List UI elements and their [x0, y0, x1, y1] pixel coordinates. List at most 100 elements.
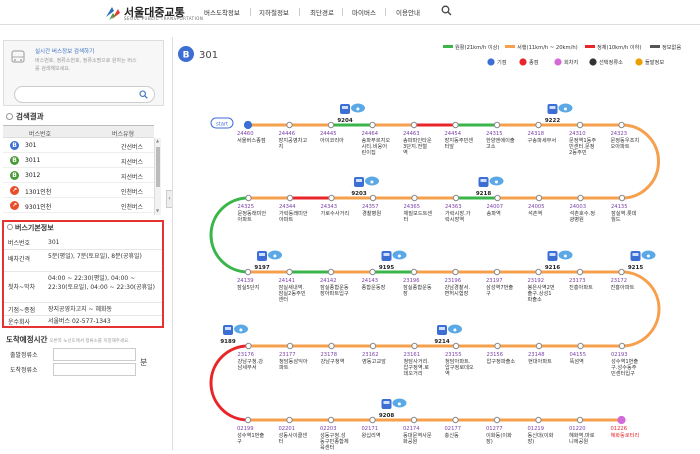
bus-stop[interactable] [494, 194, 501, 202]
bus-stop[interactable] [369, 342, 377, 350]
nav-subway[interactable]: 지하철정보 [259, 7, 289, 17]
bus-stop[interactable] [327, 121, 335, 129]
bus-status-dot: ● [239, 327, 243, 332]
info-divider [4, 249, 162, 250]
bus-stop[interactable] [245, 342, 252, 350]
bus-stop[interactable] [494, 342, 501, 350]
bus-stop[interactable] [493, 416, 501, 424]
stop-name: 압구정역.로 [404, 363, 430, 371]
nav-shortest-route[interactable]: 최단경로 [310, 7, 334, 17]
stop-name: 민센터입구 [611, 369, 635, 377]
bus-stop[interactable] [411, 342, 418, 350]
bus-stop[interactable] [328, 194, 335, 202]
bus-stop[interactable] [535, 268, 542, 276]
bus-status-dot: ● [495, 179, 499, 184]
bus-stop[interactable] [618, 342, 626, 350]
result-bus-number[interactable]: 9301인천 [25, 202, 51, 211]
bus-stop[interactable] [286, 268, 293, 276]
stop-id: 24139 [237, 278, 254, 284]
bus-stop[interactable] [244, 416, 252, 424]
bus-stop[interactable] [618, 268, 625, 276]
legend-speed-label: 정보없음 [662, 43, 681, 51]
bus-stop[interactable] [618, 194, 626, 202]
bus-stop[interactable] [410, 416, 418, 424]
bus-stop[interactable] [369, 268, 376, 276]
bus-stop[interactable] [535, 194, 543, 202]
bus-stop[interactable] [452, 416, 459, 424]
result-bus-number[interactable]: 1301인천 [25, 187, 51, 196]
bus-stop[interactable] [535, 342, 543, 350]
result-bus-number[interactable]: 3011 [25, 157, 40, 164]
bus-stop[interactable] [617, 415, 626, 425]
bus-stop[interactable] [410, 268, 418, 276]
bus-stop[interactable] [535, 121, 542, 129]
scrollbar-thumb[interactable] [156, 147, 160, 187]
eta-to-input[interactable] [53, 363, 136, 376]
result-row[interactable]: ↗ 1301인천 인천버스 [3, 183, 154, 198]
bus-stop[interactable] [452, 342, 460, 350]
eta-from-label: 출발정류소 [10, 352, 38, 359]
bus-vehicle-number: 9214 [434, 339, 449, 345]
bus-stop[interactable] [577, 342, 584, 350]
nav-my-bus[interactable]: 마이버스 [352, 7, 376, 17]
legend-mark-icon [518, 57, 528, 67]
stop-name: 혜화동로터리 [611, 431, 640, 439]
bus-stop[interactable] [369, 416, 376, 424]
bus-stop[interactable] [286, 194, 294, 202]
stop-name: 압구정로데오 [445, 363, 474, 371]
bus-stop[interactable] [493, 121, 501, 129]
scroll-down-icon[interactable]: ▼ [156, 208, 160, 213]
bus-stop[interactable] [618, 121, 625, 129]
bus-stop[interactable] [327, 416, 335, 424]
bus-stop[interactable] [369, 121, 376, 129]
result-row[interactable]: B 3012 지선버스 [3, 168, 154, 183]
nav-bus-arrival[interactable]: 버스도착정보 [204, 7, 240, 17]
bus-search-input[interactable] [14, 86, 155, 103]
bus-status-dot: ● [453, 327, 457, 332]
stop-id: 02174 [403, 426, 420, 432]
bus-stop[interactable] [410, 121, 418, 129]
bus-vehicle-number: 9204 [337, 118, 352, 124]
bus-stop[interactable] [576, 121, 584, 129]
stop-name: 체질모드트센 [404, 209, 433, 217]
bus-stop[interactable] [244, 268, 252, 276]
bus-stop[interactable] [327, 268, 335, 276]
legend-speed-label: 서행(11km/h ~ 20km/h) [517, 43, 578, 51]
eta-heading: 도착예정시간 오른쪽 노선도에서 정류소를 지정해주세요. [6, 335, 130, 344]
bus-stop[interactable] [535, 416, 542, 424]
bus-stop[interactable] [328, 342, 335, 350]
bus-stop[interactable] [286, 342, 294, 350]
bus-stop[interactable] [286, 121, 293, 129]
bus-stop[interactable] [369, 194, 377, 202]
bus-stop[interactable] [411, 194, 418, 202]
nav-guide[interactable]: 이용안내 [396, 7, 420, 17]
bus-stop[interactable] [576, 268, 584, 276]
stop-id: 23196 [403, 278, 420, 284]
scroll-up-icon[interactable]: ▲ [156, 138, 160, 143]
stop-name: 구 [486, 290, 491, 297]
search-icon[interactable] [139, 90, 148, 99]
bus-stop[interactable] [452, 121, 459, 129]
bus-stop[interactable] [577, 194, 584, 202]
bus-status-dot: ● [273, 253, 277, 258]
stop-id: 24007 [487, 204, 504, 210]
stop-id: 24463 [403, 131, 420, 137]
stop-id: 24003 [570, 204, 587, 210]
stop-name: 충신동 [445, 431, 460, 439]
bus-stop[interactable] [245, 194, 252, 202]
result-row[interactable]: ↗ 9301인천 인천버스 [3, 198, 154, 213]
bus-stop[interactable] [493, 268, 501, 276]
bus-stop[interactable] [452, 194, 460, 202]
search-icon[interactable] [441, 5, 452, 16]
bus-stop[interactable] [243, 120, 253, 130]
bus-stop[interactable] [286, 416, 293, 424]
result-row[interactable]: B 301 간선버스 [3, 138, 154, 153]
result-bus-number[interactable]: 3012 [25, 172, 40, 179]
results-scrollbar[interactable]: ▲ ▼ [154, 138, 161, 215]
result-row[interactable]: B 3011 지선버스 [3, 153, 154, 168]
bus-stop[interactable] [452, 268, 459, 276]
eta-from-input[interactable] [53, 348, 136, 361]
stop-name: 파출소 [528, 295, 543, 303]
bus-stop[interactable] [576, 416, 584, 424]
result-bus-number[interactable]: 301 [25, 142, 36, 149]
